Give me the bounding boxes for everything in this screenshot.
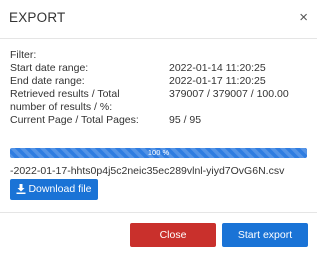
page-row: Current Page / Total Pages: 95 / 95 bbox=[10, 114, 310, 127]
end-date-label: End date range: bbox=[10, 75, 85, 87]
retrieved-label: Retrieved results / Total bbox=[10, 88, 120, 100]
start-date-label: Start date range: bbox=[10, 62, 89, 74]
export-progress-bar: 100 % bbox=[10, 148, 307, 158]
export-filename: -2022-01-17-hhts0p4j5c2neic35ec289vlnl-y… bbox=[10, 165, 285, 177]
dialog-title: EXPORT bbox=[9, 10, 66, 25]
download-file-label: Download file bbox=[28, 183, 92, 195]
filter-label: Filter: bbox=[10, 49, 37, 61]
start-date-row: Start date range: 2022-01-14 11:20:25 bbox=[10, 62, 310, 75]
page-value: 95 / 95 bbox=[169, 114, 202, 126]
start-export-button[interactable]: Start export bbox=[222, 223, 308, 247]
retrieved-row: Retrieved results / Total 379007 / 37900… bbox=[10, 88, 310, 101]
dialog-header: EXPORT × bbox=[0, 0, 317, 39]
retrieved-label-cont: number of results / %: bbox=[10, 101, 113, 113]
end-date-value: 2022-01-17 11:20:25 bbox=[169, 75, 266, 87]
progress-fill: 100 % bbox=[10, 148, 307, 158]
export-info: Filter: Start date range: 2022-01-14 11:… bbox=[10, 49, 310, 127]
close-icon[interactable]: × bbox=[299, 10, 308, 25]
retrieved-row-cont: number of results / %: bbox=[10, 101, 310, 114]
page-label: Current Page / Total Pages: bbox=[10, 114, 139, 126]
download-file-button[interactable]: Download file bbox=[10, 179, 98, 200]
retrieved-value: 379007 / 379007 / 100.00 bbox=[169, 88, 289, 100]
end-date-row: End date range: 2022-01-17 11:20:25 bbox=[10, 75, 310, 88]
export-dialog: EXPORT × Filter: Start date range: 2022-… bbox=[0, 0, 317, 258]
footer-divider bbox=[0, 212, 317, 213]
start-date-value: 2022-01-14 11:20:25 bbox=[169, 62, 266, 74]
close-button[interactable]: Close bbox=[130, 223, 216, 247]
filter-row: Filter: bbox=[10, 49, 310, 62]
download-icon bbox=[16, 181, 26, 202]
